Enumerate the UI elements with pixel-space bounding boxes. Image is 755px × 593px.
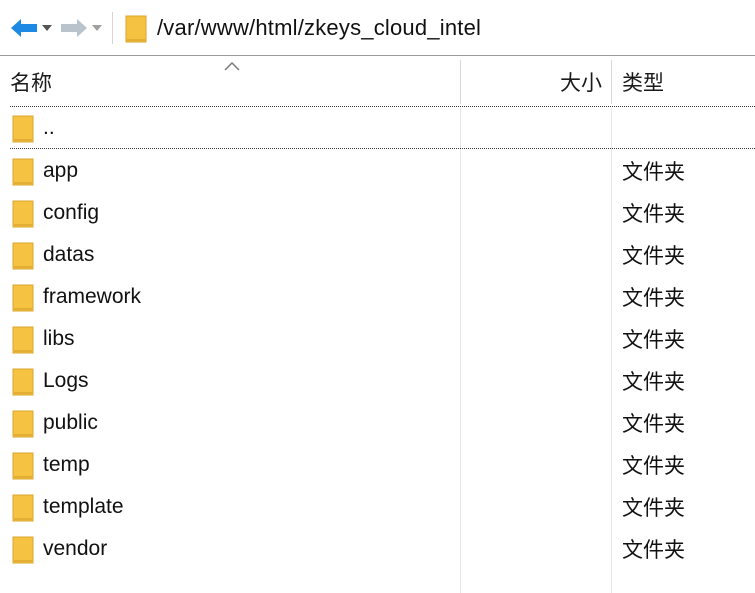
selection-focus-outline — [10, 148, 755, 149]
file-browser-window: /var/www/html/zkeys_cloud_intel 名称 大小 类型 — [0, 0, 755, 593]
folder-icon — [12, 534, 34, 564]
folder-icon — [12, 450, 34, 480]
file-name: libs — [43, 327, 75, 350]
folder-icon — [12, 240, 34, 270]
folder-icon — [12, 324, 34, 354]
list-item[interactable]: temp 文件夹 — [0, 444, 755, 486]
folder-icon — [12, 282, 34, 312]
chevron-down-icon — [42, 24, 52, 31]
forward-history-dropdown[interactable] — [90, 18, 104, 38]
back-button[interactable] — [10, 8, 38, 48]
list-item[interactable]: Logs 文件夹 — [0, 360, 755, 402]
list-item[interactable]: libs 文件夹 — [0, 318, 755, 360]
file-type: 文件夹 — [622, 455, 685, 478]
column-header-size[interactable]: 大小 — [462, 56, 610, 108]
file-type: 文件夹 — [622, 413, 685, 436]
file-name: public — [43, 411, 98, 434]
file-type: 文件夹 — [622, 329, 685, 352]
back-arrow-icon — [11, 18, 37, 37]
file-type: 文件夹 — [622, 161, 685, 184]
list-item[interactable]: datas 文件夹 — [0, 234, 755, 276]
file-name: config — [43, 201, 100, 224]
folder-icon — [12, 366, 34, 396]
chevron-down-icon — [92, 24, 102, 31]
file-type: 文件夹 — [622, 371, 685, 394]
list-item[interactable]: app 文件夹 — [0, 150, 755, 192]
file-name: app — [43, 159, 79, 182]
folder-icon — [12, 198, 34, 228]
file-name: temp — [43, 453, 90, 476]
list-item[interactable]: template 文件夹 — [0, 486, 755, 528]
column-header: 名称 大小 类型 — [0, 55, 755, 107]
column-header-type[interactable]: 类型 — [612, 56, 755, 108]
file-name: datas — [43, 243, 95, 266]
folder-icon — [12, 408, 34, 438]
file-type: 文件夹 — [622, 497, 685, 520]
file-name: vendor — [43, 537, 108, 560]
folder-icon — [12, 113, 34, 143]
column-divider[interactable] — [460, 60, 461, 104]
back-history-dropdown[interactable] — [40, 18, 54, 38]
folder-icon — [125, 13, 147, 43]
forward-arrow-icon — [61, 18, 87, 37]
file-type: 文件夹 — [622, 203, 685, 226]
file-type: 文件夹 — [622, 245, 685, 268]
file-name: Logs — [43, 369, 89, 392]
file-name: framework — [43, 285, 142, 308]
file-name: template — [43, 495, 124, 518]
file-list: .. app 文件夹 config 文件夹 datas 文件夹 framewor… — [0, 108, 755, 593]
header-separator — [10, 106, 755, 107]
file-type: 文件夹 — [622, 539, 685, 562]
column-header-name[interactable]: 名称 — [10, 56, 460, 108]
path-toolbar: /var/www/html/zkeys_cloud_intel — [0, 0, 755, 55]
current-path[interactable]: /var/www/html/zkeys_cloud_intel — [157, 15, 481, 41]
forward-button[interactable] — [60, 8, 88, 48]
toolbar-divider — [112, 11, 113, 44]
folder-icon — [12, 156, 34, 186]
file-type: 文件夹 — [622, 287, 685, 310]
list-item[interactable]: public 文件夹 — [0, 402, 755, 444]
list-item[interactable]: vendor 文件夹 — [0, 528, 755, 570]
folder-icon — [12, 492, 34, 522]
list-item[interactable]: config 文件夹 — [0, 192, 755, 234]
list-item[interactable]: framework 文件夹 — [0, 276, 755, 318]
parent-directory-row[interactable]: .. — [0, 108, 755, 148]
file-name: .. — [43, 116, 55, 139]
